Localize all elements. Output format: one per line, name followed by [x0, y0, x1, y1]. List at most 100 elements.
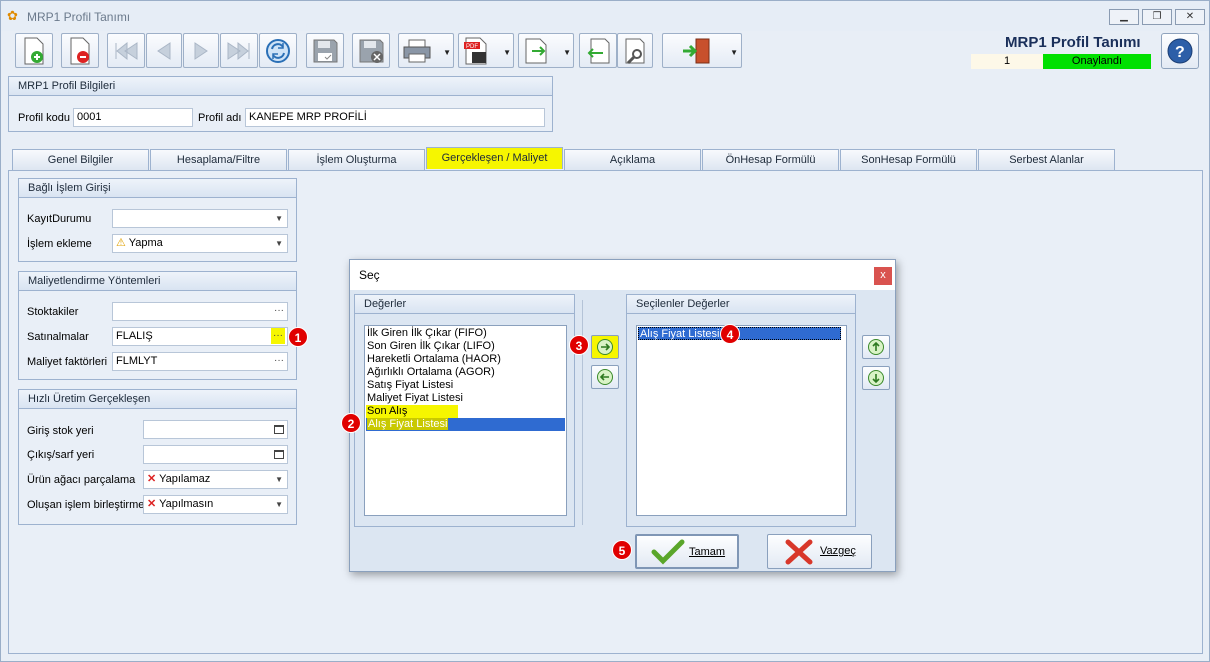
settings-icon	[625, 38, 645, 64]
list-item[interactable]: İlk Giren İlk Çıkar (FIFO)	[366, 327, 487, 340]
dialog-close-button[interactable]: x	[874, 267, 892, 285]
maliyet-title: Maliyetlendirme Yöntemleri	[19, 272, 296, 291]
new-doc-icon	[24, 37, 44, 64]
profile-section-title: MRP1 Profil Bilgileri	[9, 77, 552, 96]
ellipsis-icon: ···	[274, 305, 284, 316]
settings-button[interactable]	[617, 33, 653, 68]
row-number: 1	[971, 54, 1043, 69]
ok-label: Tamam	[689, 546, 726, 558]
move-up-button[interactable]	[862, 335, 890, 359]
first-record-icon	[115, 41, 138, 60]
tab-sonhesap-formulu[interactable]: SonHesap Formülü	[840, 149, 977, 170]
islem-ekleme-select[interactable]: ⚠ Yapma ▼	[112, 234, 288, 253]
window-title: MRP1 Profil Tanımı	[27, 10, 131, 24]
tab-serbest-alanlar[interactable]: Serbest Alanlar	[978, 149, 1115, 170]
tab-onhesap-formulu[interactable]: ÖnHesap Formülü	[702, 149, 839, 170]
move-down-button[interactable]	[862, 366, 890, 390]
minimize-button[interactable]: ▁	[1109, 9, 1139, 25]
values-list[interactable]: İlk Giren İlk Çıkar (FIFO) Son Giren İlk…	[364, 325, 567, 516]
satinalmalar-field[interactable]: FLALIŞ ···	[112, 327, 288, 346]
next-record-button[interactable]	[183, 33, 219, 68]
help-button[interactable]: ?	[1161, 33, 1199, 69]
ok-button[interactable]: Tamam	[635, 534, 739, 569]
tab-hesaplama-filtre[interactable]: Hesaplama/Filtre	[150, 149, 287, 170]
selected-item-label: Alış Fiyat Listesi	[367, 418, 449, 430]
maliyet-faktorleri-field[interactable]: FLMLYT ···	[112, 352, 288, 371]
last-record-button[interactable]	[220, 33, 258, 68]
prev-record-button[interactable]	[146, 33, 182, 68]
chevron-down-icon: ▼	[275, 475, 283, 484]
list-item[interactable]: Hareketli Ortalama (HAOR)	[366, 353, 501, 366]
refresh-button[interactable]	[259, 33, 297, 68]
save-close-icon	[359, 39, 384, 63]
stoktakiler-field[interactable]: ···	[112, 302, 288, 321]
import-icon	[587, 38, 610, 63]
cancel-label: Vazgeç	[820, 545, 856, 557]
svg-text:?: ?	[1175, 44, 1185, 61]
list-item[interactable]: Maliyet Fiyat Listesi	[366, 392, 463, 405]
export-button[interactable]: ▼	[518, 33, 574, 68]
list-item[interactable]: Son Giren İlk Çıkar (LIFO)	[366, 340, 495, 353]
urun-agaci-select[interactable]: ✕ Yapılamaz ▼	[143, 470, 288, 489]
tab-genel-bilgiler[interactable]: Genel Bilgiler	[12, 149, 149, 170]
step-badge-3: 3	[569, 335, 589, 355]
barcode-icon	[274, 450, 284, 459]
islem-birlestirme-select[interactable]: ✕ Yapılmasın ▼	[143, 495, 288, 514]
list-item[interactable]: Satış Fiyat Listesi	[366, 379, 453, 392]
add-selected-button[interactable]	[591, 335, 619, 359]
urun-agaci-label: Ürün ağacı parçalama	[27, 474, 136, 486]
giris-stok-label: Giriş stok yeri	[27, 425, 94, 437]
list-item-selected[interactable]: Alış Fiyat Listesi	[366, 418, 565, 431]
list-item[interactable]: Son Alış	[366, 405, 458, 418]
save-close-button[interactable]	[352, 33, 390, 68]
first-record-button[interactable]	[107, 33, 145, 68]
selected-values-panel: Seçilenler Değerler Alış Fiyat Listesi	[626, 294, 856, 527]
list-item[interactable]: Ağırlıklı Ortalama (AGOR)	[366, 366, 495, 379]
cancel-x-icon	[785, 539, 813, 565]
arrow-up-icon	[868, 339, 884, 355]
arrow-down-icon	[868, 370, 884, 386]
chevron-down-icon: ▼	[275, 214, 283, 223]
cancel-button[interactable]: Vazgeç	[767, 534, 872, 569]
restore-icon: ❐	[1152, 11, 1162, 22]
restore-button[interactable]: ❐	[1142, 9, 1172, 25]
step-badge-5: 5	[612, 540, 632, 560]
splitter[interactable]	[582, 300, 583, 525]
delete-button[interactable]	[61, 33, 99, 68]
giris-stok-field[interactable]	[143, 420, 288, 439]
profile-name-field[interactable]: KANEPE MRP PROFİLİ	[245, 108, 545, 127]
satinalmalar-label: Satınalmalar	[27, 331, 89, 343]
remove-selected-button[interactable]	[591, 365, 619, 389]
prev-record-icon	[157, 41, 171, 60]
pdf-button[interactable]: PDF ▼	[458, 33, 514, 68]
step-badge-1: 1	[288, 327, 308, 347]
selected-values-list[interactable]: Alış Fiyat Listesi	[636, 325, 847, 516]
warning-icon: ⚠	[116, 237, 126, 249]
save-button[interactable]	[306, 33, 344, 68]
barcode-icon	[274, 425, 284, 434]
profile-code-field[interactable]: 0001	[73, 108, 193, 127]
print-icon	[403, 39, 431, 62]
import-button[interactable]	[579, 33, 617, 68]
values-panel: Değerler İlk Giren İlk Çıkar (FIFO) Son …	[354, 294, 575, 527]
maliyet-faktorleri-value: FLMLYT	[116, 355, 158, 367]
tab-aciklama[interactable]: Açıklama	[564, 149, 701, 170]
exit-button[interactable]: ▼	[662, 33, 742, 68]
tab-islem-olusturma[interactable]: İşlem Oluşturma	[288, 149, 425, 170]
chevron-down-icon: ▼	[275, 500, 283, 509]
kayit-durumu-select[interactable]: ▼	[112, 209, 288, 228]
close-button[interactable]: ✕	[1175, 9, 1205, 25]
hizli-uretim-title: Hızlı Üretim Gerçekleşen	[19, 390, 296, 409]
tab-gerceklesen-maliyet[interactable]: Gerçekleşen / Maliyet	[426, 147, 563, 169]
new-button[interactable]	[15, 33, 53, 68]
values-panel-title: Değerler	[355, 295, 574, 314]
print-button[interactable]: ▼	[398, 33, 454, 68]
profile-name-label: Profil adı	[198, 112, 242, 124]
cikis-sarf-field[interactable]	[143, 445, 288, 464]
ellipsis-icon[interactable]: ···	[271, 328, 285, 344]
dialog-title: Seç	[350, 260, 895, 290]
satinalmalar-value: FLALIŞ	[116, 330, 153, 342]
refresh-icon	[266, 38, 290, 63]
islem-birlestirme-label: Oluşan işlem birleştirme	[27, 499, 145, 511]
bagli-islem-section: Bağlı İşlem Girişi KayıtDurumu ▼ İşlem e…	[18, 178, 297, 262]
